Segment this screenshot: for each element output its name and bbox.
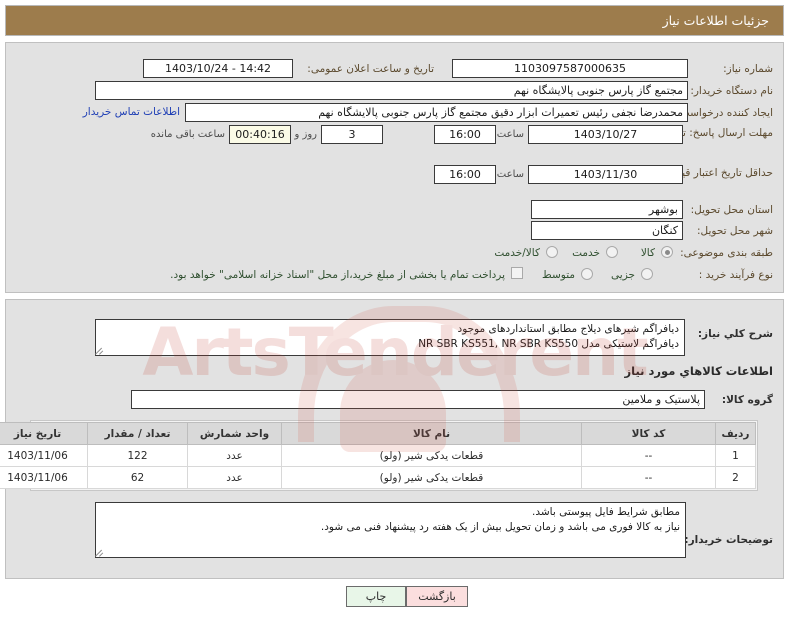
need-details-panel: شماره نیاز: 1103097587000635 تاریخ و ساع… [5,42,784,293]
col-unit: واحد شمارش [187,422,282,445]
treasury-bond-checkbox[interactable] [511,267,523,279]
response-deadline-date-field[interactable]: 1403/10/27 [528,125,683,144]
city-label: شهر محل تحویل: [697,225,773,237]
back-button[interactable]: بازگشت [406,586,468,607]
province-label: استان محل تحویل: [690,204,773,216]
radio-subject-goods[interactable] [661,246,673,258]
print-button[interactable]: چاپ [346,586,406,607]
buyer-org-label: نام دستگاه خریدار: [690,85,773,97]
radio-process-minor[interactable] [641,268,653,280]
remaining-time-field: 00:40:16 [229,125,291,144]
cell-name: قطعات یدکی شیر (ولو) [281,444,582,467]
remaining-days-field: 3 [321,125,383,144]
announce-datetime-label: تاریخ و ساعت اعلان عمومی: [307,63,434,75]
announce-datetime-field[interactable]: 1403/10/24 - 14:42 [143,59,293,78]
radio-subject-goods-service-label: کالا/خدمت [494,247,540,259]
radio-subject-service-label: خدمت [572,247,600,259]
treasury-bond-label: پرداخت تمام یا بخشی از مبلغ خرید،از محل … [170,269,505,281]
price-validity-hour-field[interactable]: 16:00 [434,165,496,184]
price-validity-label: حداقل تاریخ اعتبار قیمت: تا تاریخ: [625,167,773,179]
goods-and-notes-panel: شرح کلي نیاز: دیافراگم شیرهای دیلاج مطاب… [0,299,784,579]
page-title: جزئیات اطلاعات نیاز [662,13,769,28]
goods-group-field[interactable]: پلاستیک و ملامین [131,390,705,409]
province-field[interactable]: بوشهر [531,200,683,219]
requester-field[interactable]: محمدرضا نجفی رئیس تعمیرات ابزار دقیق مجت… [185,103,688,122]
subject-class-label: طبقه بندی موضوعی: [680,247,773,259]
remaining-days-label: روز و [294,129,318,140]
radio-subject-service[interactable] [606,246,618,258]
price-validity-hour-label: ساعت [496,169,524,180]
requester-label: ایجاد کننده درخواست: [676,107,773,119]
description-label: شرح کلي نیاز: [697,328,773,340]
cell-code: -- [581,444,716,467]
buyer-notes-label: توضیحات خریدار: [684,534,773,546]
cell-qty: 122 [87,444,188,467]
need-number-field[interactable]: 1103097587000635 [452,59,688,78]
table-row[interactable]: 1 -- قطعات یدکی شیر (ولو) عدد 122 1403/1… [0,444,756,467]
description-textarea[interactable]: دیافراگم شیرهای دیلاج مطابق استانداردهای… [95,319,685,356]
remaining-time-label: ساعت باقی مانده [150,129,225,140]
page-root: جزئیات اطلاعات نیاز شماره نیاز: 11030975… [0,0,789,620]
cell-unit: عدد [187,466,282,489]
radio-process-medium[interactable] [581,268,593,280]
cell-index: 2 [715,466,756,489]
goods-table-header-row: ردیف کد کالا نام کالا واحد شمارش تعداد /… [0,422,756,445]
col-date: تاریخ نیاز [0,422,88,445]
goods-table-wrapper: ردیف کد کالا نام کالا واحد شمارش تعداد /… [0,420,758,491]
response-deadline-label: مهلت ارسال پاسخ: تا تاریخ: [651,127,773,139]
col-index: ردیف [715,422,756,445]
radio-subject-goods-label: کالا [640,247,655,259]
col-code: کد کالا [581,422,716,445]
cell-date: 1403/11/06 [0,444,88,467]
radio-process-minor-label: جزیی [611,269,635,281]
cell-qty: 62 [87,466,188,489]
page-header-bar: جزئیات اطلاعات نیاز [5,5,784,36]
buyer-notes-textarea[interactable]: مطابق شرایط فایل پیوستی باشد. نیاز به کا… [95,502,686,558]
goods-table: ردیف کد کالا نام کالا واحد شمارش تعداد /… [0,422,756,489]
buyer-contact-link[interactable]: اطلاعات تماس خریدار [83,103,180,122]
cell-code: -- [581,466,716,489]
price-validity-date-field[interactable]: 1403/11/30 [528,165,683,184]
need-number-label: شماره نیاز: [723,63,773,75]
radio-process-medium-label: متوسط [542,269,575,281]
cell-date: 1403/11/06 [0,466,88,489]
col-name: نام کالا [281,422,582,445]
cell-name: قطعات یدکی شیر (ولو) [281,466,582,489]
table-row[interactable]: 2 -- قطعات یدکی شیر (ولو) عدد 62 1403/11… [0,466,756,489]
radio-subject-goods-service[interactable] [546,246,558,258]
process-type-label: نوع فرآیند خرید : [698,269,773,281]
response-deadline-hour-field[interactable]: 16:00 [434,125,496,144]
city-field[interactable]: کنگان [531,221,683,240]
cell-unit: عدد [187,444,282,467]
goods-section-heading: اطلاعات کالاهاي مورد نیاز [624,364,773,378]
col-qty: تعداد / مقدار [87,422,188,445]
buyer-org-field[interactable]: مجتمع گاز پارس جنوبی پالایشگاه نهم [95,81,688,100]
response-deadline-hour-label: ساعت [496,129,524,140]
cell-index: 1 [715,444,756,467]
goods-group-label: گروه کالا: [721,394,773,406]
